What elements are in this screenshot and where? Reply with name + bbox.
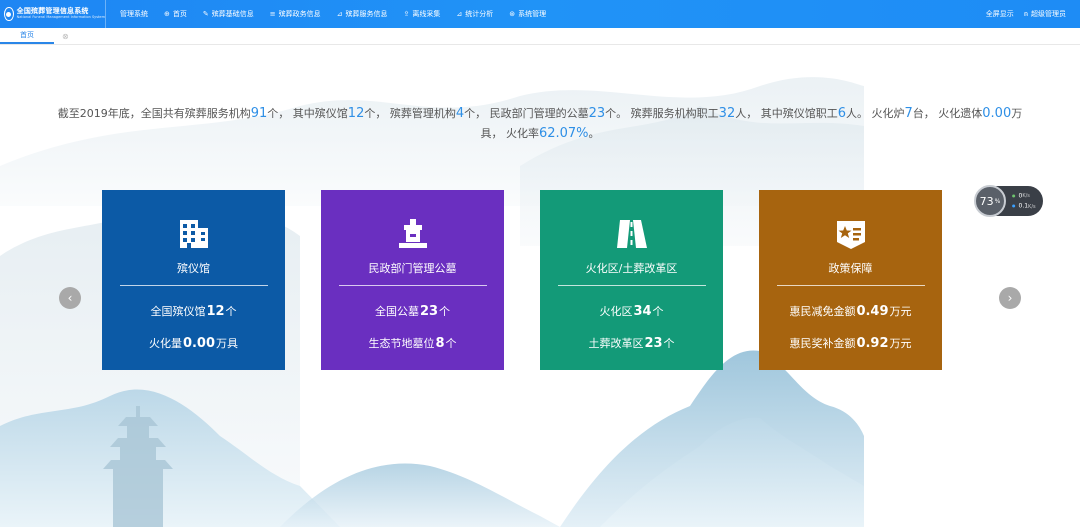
card-title: 殡仪馆	[177, 262, 210, 275]
divider	[119, 285, 268, 286]
performance-widget[interactable]: 73% 0K/s 0.1K/s	[974, 185, 1043, 217]
carousel-prev-button[interactable]: ‹	[59, 287, 81, 309]
card-stat: 惠民奖补金额 0.92 万元	[789, 336, 912, 351]
summary-value: 32	[718, 106, 736, 121]
user-menu[interactable]: ⍝ 超级管理员	[1024, 9, 1066, 19]
cpu-gauge: 73%	[974, 185, 1006, 217]
fullscreen-button[interactable]: 全屏显示	[986, 9, 1014, 19]
card-stat: 火化量 0.00 万具	[148, 336, 239, 351]
brand-subtitle: National Funeral Management Information …	[16, 15, 105, 20]
download-rate: 0.1K/s	[1012, 201, 1036, 212]
card-stat: 土葬改革区 23 个	[588, 336, 675, 351]
tab-home[interactable]: 首页	[0, 29, 54, 44]
card-stat: 火化区 34 个	[599, 304, 664, 319]
edit-icon: ✎	[202, 10, 209, 18]
policy-icon	[836, 221, 865, 249]
tab-close-icon[interactable]: ⊗	[62, 29, 69, 44]
carousel-next-button[interactable]: ›	[999, 287, 1021, 309]
brand[interactable]: 全国殡葬管理信息系统 National Funeral Management I…	[0, 0, 106, 28]
upload-rate: 0K/s	[1012, 191, 1036, 202]
divider	[557, 285, 706, 286]
card-public-cemetery[interactable]: 民政部门管理公墓 全国公墓 23 个 生态节地墓位 8 个	[321, 190, 504, 370]
nav-label: 系统管理	[518, 10, 547, 18]
summary-value: 7	[904, 106, 913, 121]
summary-value: 6	[837, 106, 846, 121]
card-title: 民政部门管理公墓	[368, 262, 457, 275]
divider	[338, 285, 487, 286]
settings-icon: ⊛	[509, 10, 516, 18]
brand-title: 全国殡葬管理信息系统	[16, 7, 89, 16]
card-policy-support[interactable]: 政策保障 惠民减免金额 0.49 万元 惠民奖补金额 0.92 万元	[759, 190, 942, 370]
chart-icon: ⊿	[336, 10, 343, 18]
divider	[776, 285, 925, 286]
nav-label: 离线采集	[412, 10, 441, 18]
card-stat: 全国公墓 23 个	[374, 304, 451, 319]
nav-label: 统计分析	[465, 10, 494, 18]
card-funeral-home[interactable]: 殡仪馆 全国殡仪馆 12 个 火化量 0.00 万具	[102, 190, 285, 370]
chevron-right-icon: ›	[1007, 291, 1013, 305]
building-icon	[179, 220, 208, 248]
nav-label: 首页	[172, 10, 187, 18]
nav-management-system[interactable]: 管理系统	[112, 0, 156, 28]
upload-icon: ⇪	[403, 10, 410, 18]
nav-funeral-government-info[interactable]: ≡ 殡葬政务信息	[262, 0, 329, 28]
nav-funeral-service-info[interactable]: ⊿ 殡葬服务信息	[329, 0, 396, 28]
nav-funeral-basic-info[interactable]: ✎ 殡葬基础信息	[195, 0, 262, 28]
road-icon	[616, 220, 647, 248]
summary-value: 12	[347, 106, 365, 121]
top-right-actions: 全屏显示 ⍝ 超级管理员	[976, 9, 1080, 19]
nav-offline-collection[interactable]: ⇪ 离线采集	[396, 0, 449, 28]
nav-label: 殡葬服务信息	[345, 10, 388, 18]
summary-value: 0.00	[982, 106, 1012, 121]
nav-label: 殡葬基础信息	[211, 10, 254, 18]
nav-label: 殡葬政务信息	[278, 10, 321, 18]
summary-statistics: 截至2019年底，全国共有殡葬服务机构91个， 其中殡仪馆12个， 殡葬管理机构…	[57, 106, 1023, 141]
user-icon: ⍝	[1023, 9, 1028, 18]
network-rates: 0K/s 0.1K/s	[1012, 191, 1036, 212]
globe-icon: ⊕	[164, 10, 170, 18]
summary-value: 62.07%	[538, 126, 589, 141]
card-title: 火化区/土葬改革区	[585, 262, 678, 275]
chevron-left-icon: ‹	[67, 291, 73, 305]
card-cremation-area[interactable]: 火化区/土葬改革区 火化区 34 个 土葬改革区 23 个	[540, 190, 723, 370]
nav-statistical-analysis[interactable]: ⊿ 统计分析	[448, 0, 501, 28]
emblem-icon	[4, 7, 14, 21]
nav-home[interactable]: ⊕ 首页	[156, 0, 195, 28]
summary-value: 4	[455, 106, 465, 121]
summary-value: 91	[250, 106, 268, 121]
bar-chart-icon: ⊿	[456, 10, 463, 18]
tomb-icon	[398, 219, 427, 248]
card-stat: 惠民减免金额 0.49 万元	[789, 304, 912, 319]
nav-label: 管理系统	[120, 10, 148, 18]
card-title: 政策保障	[828, 262, 873, 275]
summary-value: 23	[588, 106, 606, 121]
tab-strip: 首页 ⊗	[0, 28, 1080, 45]
list-icon: ≡	[269, 10, 276, 18]
nav-system-management[interactable]: ⊛ 系统管理	[501, 0, 554, 28]
top-navigation-bar: 全国殡葬管理信息系统 National Funeral Management I…	[0, 0, 1080, 28]
card-stat: 生态节地墓位 8 个	[368, 336, 457, 351]
main-nav: 管理系统 ⊕ 首页 ✎ 殡葬基础信息 ≡ 殡葬政务信息 ⊿ 殡葬服务信息 ⇪ 离…	[112, 0, 554, 28]
card-stat: 全国殡仪馆 12 个	[150, 304, 237, 319]
